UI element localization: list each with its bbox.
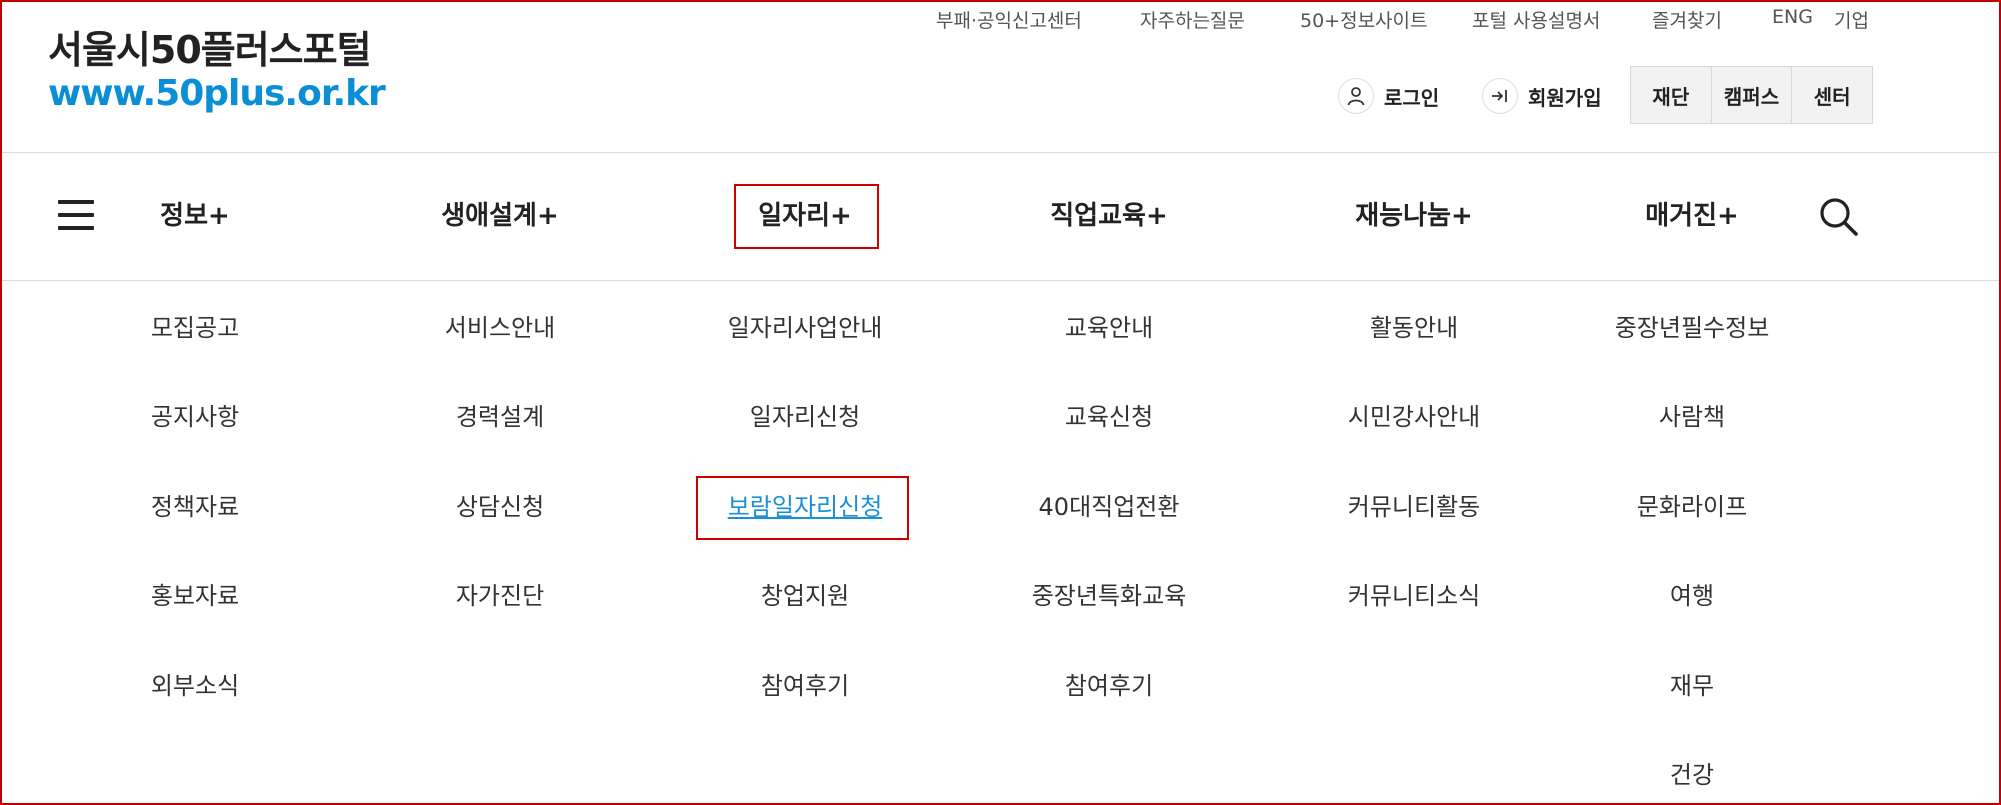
submenu-item[interactable]: 활동안내 <box>1370 308 1458 348</box>
search-icon[interactable] <box>1818 196 1860 238</box>
submenu-item[interactable]: 교육신청 <box>1065 397 1153 437</box>
submenu-item-boram-job-application[interactable]: 보람일자리신청 <box>728 487 883 527</box>
nav-vocational-education[interactable]: 직업교육+ <box>1050 196 1167 236</box>
submenu-item[interactable]: 일자리신청 <box>750 397 860 437</box>
org-tab-campus[interactable]: 캠퍼스 <box>1712 67 1793 123</box>
submenu-item[interactable]: 사람책 <box>1659 397 1725 437</box>
submenu-item[interactable]: 중장년필수정보 <box>1615 308 1770 348</box>
logo-url: www.50plus.or.kr <box>48 73 386 114</box>
submenu-item[interactable]: 커뮤니티활동 <box>1348 487 1480 527</box>
org-tab-center[interactable]: 센터 <box>1792 67 1872 123</box>
submenu-item[interactable]: 여행 <box>1670 576 1714 616</box>
submenu-item[interactable]: 참여후기 <box>761 666 849 706</box>
nav-magazine[interactable]: 매거진+ <box>1645 196 1739 236</box>
submenu-item[interactable]: 재무 <box>1670 666 1714 706</box>
submenu-item[interactable]: 상담신청 <box>456 487 544 527</box>
submenu-item[interactable]: 참여후기 <box>1065 666 1153 706</box>
logo-title: 서울시50플러스포털 <box>48 28 372 72</box>
submenu-item[interactable]: 일자리사업안내 <box>728 308 883 348</box>
enter-arrow-icon <box>1482 78 1518 114</box>
nav-jobs[interactable]: 일자리+ <box>758 196 852 236</box>
nav-talent-sharing[interactable]: 재능나눔+ <box>1355 196 1472 236</box>
nav-divider <box>2 280 1999 281</box>
submenu-item[interactable]: 중장년특화교육 <box>1032 576 1187 616</box>
submenu-item[interactable]: 40대직업전환 <box>1039 487 1180 527</box>
org-tab-group: 재단 캠퍼스 센터 <box>1630 66 1873 124</box>
submenu-item[interactable]: 건강 <box>1670 755 1714 795</box>
submenu-item[interactable]: 정책자료 <box>151 487 239 527</box>
submenu-item[interactable]: 외부소식 <box>151 666 239 706</box>
signup-label: 회원가입 <box>1528 85 1602 110</box>
submenu-item[interactable]: 커뮤니티소식 <box>1348 576 1480 616</box>
menu-icon[interactable] <box>58 198 94 232</box>
submenu-item[interactable]: 공지사항 <box>151 397 239 437</box>
submenu-item[interactable]: 창업지원 <box>761 576 849 616</box>
org-tab-foundation[interactable]: 재단 <box>1631 67 1712 123</box>
top-link-business[interactable]: 기업 <box>1834 6 1869 33</box>
submenu-item[interactable]: 홍보자료 <box>151 576 239 616</box>
submenu-item[interactable]: 자가진단 <box>456 576 544 616</box>
header-divider <box>2 152 1999 153</box>
top-link-favorites[interactable]: 즐겨찾기 <box>1652 6 1722 33</box>
top-link-corruption-report[interactable]: 부패·공익신고센터 <box>936 6 1082 33</box>
submenu-item[interactable]: 모집공고 <box>151 308 239 348</box>
top-link-user-guide[interactable]: 포털 사용설명서 <box>1472 6 1600 33</box>
submenu-item[interactable]: 경력설계 <box>456 397 544 437</box>
submenu-item[interactable]: 시민강사안내 <box>1348 397 1480 437</box>
submenu-item[interactable]: 문화라이프 <box>1637 487 1747 527</box>
submenu-item[interactable]: 교육안내 <box>1065 308 1153 348</box>
top-link-faq[interactable]: 자주하는질문 <box>1140 6 1245 33</box>
signup-button[interactable]: 회원가입 <box>1482 76 1602 116</box>
user-icon <box>1338 78 1374 114</box>
nav-life-design[interactable]: 생애설계+ <box>441 196 558 236</box>
login-label: 로그인 <box>1384 85 1440 110</box>
login-button[interactable]: 로그인 <box>1338 76 1439 116</box>
submenu-item[interactable]: 서비스안내 <box>445 308 555 348</box>
top-link-english[interactable]: ENG <box>1772 6 1813 28</box>
nav-info[interactable]: 정보+ <box>160 196 230 236</box>
top-link-info-sites[interactable]: 50+정보사이트 <box>1300 6 1428 33</box>
site-logo[interactable]: 서울시50플러스포털 www.50plus.or.kr <box>48 26 386 114</box>
